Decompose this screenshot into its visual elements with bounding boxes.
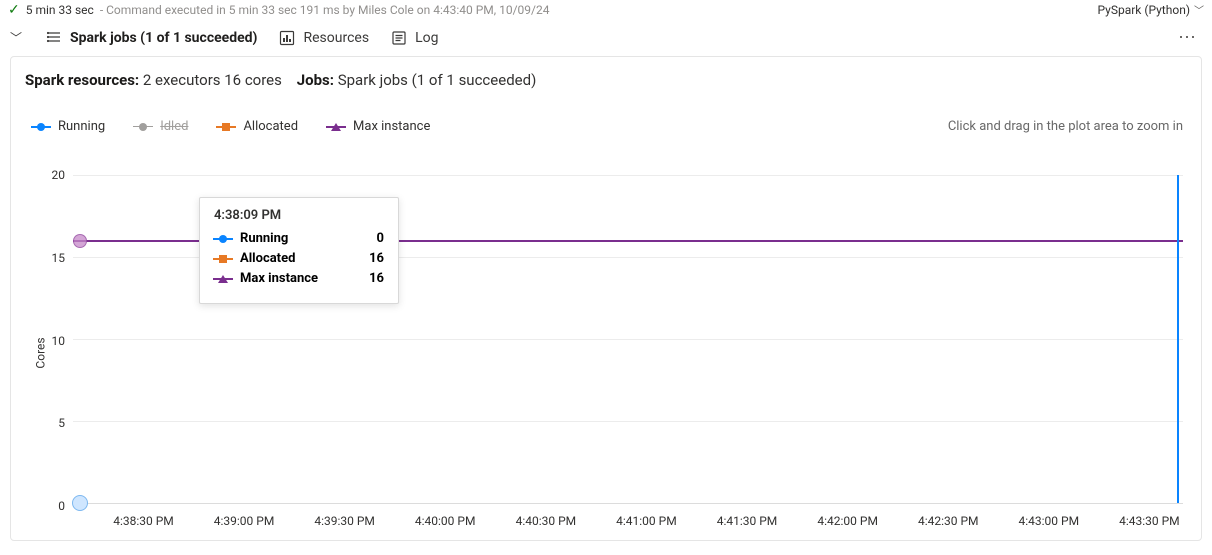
language-label: PySpark (Python)	[1098, 3, 1190, 17]
cell-output-tabs: ﹀ Spark jobs (1 of 1 succeeded) Resource…	[0, 21, 1212, 56]
legend-idled-label: Idled	[160, 119, 188, 134]
success-check-icon: ✓	[8, 3, 20, 17]
legend-allocated-label: Allocated	[243, 119, 298, 134]
x-tick: 4:39:00 PM	[214, 514, 275, 528]
resources-icon	[279, 30, 295, 46]
hover-point-marker	[73, 234, 87, 248]
x-tick: 4:41:30 PM	[717, 514, 778, 528]
more-menu-icon[interactable]: ⋯	[1178, 27, 1204, 48]
jobs-summary-label: Jobs:	[297, 71, 334, 89]
tooltip-max-label: Max instance	[240, 271, 361, 286]
tooltip-allocated-value: 16	[369, 251, 384, 266]
resources-summary-label: Spark resources:	[25, 71, 139, 89]
status-bar: ✓ 5 min 33 sec - Command executed in 5 m…	[0, 0, 1212, 21]
status-duration: 5 min 33 sec	[26, 3, 94, 17]
y-tick: 15	[39, 251, 65, 265]
legend-idled[interactable]: Idled	[133, 119, 188, 134]
chevron-down-icon: ﹀	[1194, 2, 1204, 17]
resources-panel: Spark resources: 2 executors 16 cores Jo…	[10, 56, 1202, 541]
spark-jobs-icon	[46, 30, 62, 46]
tooltip-row-allocated: Allocated 16	[214, 251, 384, 266]
y-ticks: 20 15 10 5 0	[39, 175, 65, 506]
tooltip-running-label: Running	[240, 231, 369, 246]
x-tick: 4:38:30 PM	[113, 514, 174, 528]
legend-allocated[interactable]: Allocated	[216, 119, 298, 134]
tab-log-label: Log	[415, 30, 438, 46]
x-tick: 4:40:00 PM	[415, 514, 476, 528]
tooltip-time: 4:38:09 PM	[214, 208, 384, 223]
resources-summary-value: 2 executors 16 cores	[143, 71, 282, 89]
legend-running[interactable]: Running	[31, 119, 105, 134]
legend-max-instance[interactable]: Max instance	[326, 119, 430, 134]
x-tick: 4:41:00 PM	[616, 514, 677, 528]
summary-line: Spark resources: 2 executors 16 cores Jo…	[25, 71, 1187, 89]
collapse-chevron-icon[interactable]: ﹀	[8, 29, 24, 46]
legend-max-instance-label: Max instance	[353, 119, 430, 134]
x-tick: 4:39:30 PM	[314, 514, 375, 528]
tooltip-allocated-label: Allocated	[240, 251, 361, 266]
zoom-hint: Click and drag in the plot area to zoom …	[948, 119, 1187, 134]
x-tick: 4:40:30 PM	[516, 514, 577, 528]
x-tick: 4:42:00 PM	[817, 514, 878, 528]
tooltip-row-running: Running 0	[214, 231, 384, 246]
tab-log[interactable]: Log	[391, 30, 438, 46]
chart-legend: Running Idled Allocated Max instance Cli…	[25, 119, 1187, 134]
status-left: ✓ 5 min 33 sec - Command executed in 5 m…	[8, 3, 1098, 17]
jobs-summary-value: Spark jobs (1 of 1 succeeded)	[338, 71, 537, 89]
legend-running-label: Running	[58, 119, 105, 134]
y-tick: 20	[39, 168, 65, 182]
y-tick: 10	[39, 334, 65, 348]
tab-spark-jobs[interactable]: Spark jobs (1 of 1 succeeded)	[46, 30, 257, 46]
tooltip-running-value: 0	[377, 231, 384, 246]
x-ticks: 4:38:30 PM 4:39:00 PM 4:39:30 PM 4:40:00…	[73, 508, 1183, 530]
status-detail-text: Command executed in 5 min 33 sec 191 ms …	[106, 3, 549, 17]
log-icon	[391, 30, 407, 46]
x-tick: 4:42:30 PM	[918, 514, 979, 528]
y-tick: 5	[39, 416, 65, 430]
tab-resources-label: Resources	[303, 30, 369, 46]
chart-tooltip: 4:38:09 PM Running 0 Allocated 16 Max in…	[199, 197, 399, 304]
tooltip-max-value: 16	[369, 271, 384, 286]
status-detail: - Command executed in 5 min 33 sec 191 m…	[100, 3, 550, 17]
x-tick: 4:43:30 PM	[1119, 514, 1180, 528]
tab-resources[interactable]: Resources	[279, 30, 369, 46]
x-tick: 4:43:00 PM	[1019, 514, 1080, 528]
tab-spark-jobs-label: Spark jobs (1 of 1 succeeded)	[70, 30, 257, 46]
y-tick: 0	[39, 499, 65, 513]
language-picker[interactable]: PySpark (Python) ﹀	[1098, 2, 1204, 17]
tooltip-row-max: Max instance 16	[214, 271, 384, 286]
time-cursor	[1177, 175, 1179, 503]
